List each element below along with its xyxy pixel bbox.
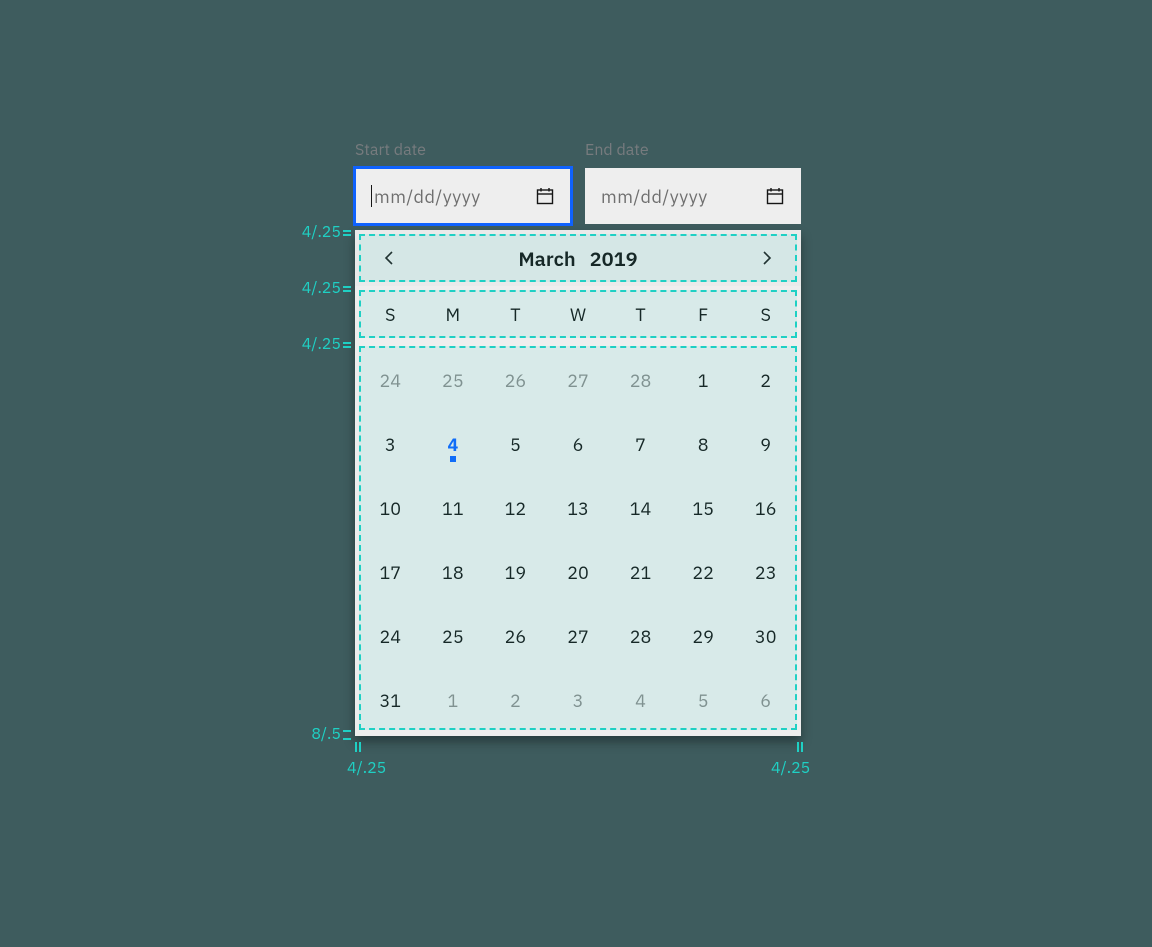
calendar-day[interactable]: 28: [609, 348, 672, 412]
calendar-day[interactable]: 14: [609, 476, 672, 540]
text-caret: [371, 185, 372, 207]
end-date-input[interactable]: mm/dd/yyyy: [585, 168, 801, 224]
weekday-header: T: [609, 303, 672, 326]
calendar-icon: [765, 186, 785, 206]
calendar-day[interactable]: 6: [547, 412, 610, 476]
spec-tick: [343, 738, 351, 740]
spec-label-hpad-right: 4/.25: [771, 758, 810, 778]
spec-tick: [343, 346, 351, 348]
calendar-day[interactable]: 8: [672, 412, 735, 476]
calendar-day[interactable]: 12: [484, 476, 547, 540]
weekday-header: S: [359, 303, 422, 326]
next-month-button[interactable]: [755, 246, 779, 270]
spec-tick: [343, 234, 351, 236]
end-date-placeholder: mm/dd/yyyy: [601, 185, 765, 208]
calendar-day[interactable]: 2: [484, 668, 547, 732]
calendar-day[interactable]: 5: [484, 412, 547, 476]
spec-tick: [343, 342, 351, 344]
spec-tick: [797, 742, 799, 752]
spec-label-days-pad: 4/.25: [302, 334, 341, 354]
calendar-day[interactable]: 31: [359, 668, 422, 732]
calendar-day[interactable]: 29: [672, 604, 735, 668]
calendar-day[interactable]: 4: [422, 412, 485, 476]
weekday-header: W: [547, 303, 610, 326]
spec-tick: [355, 742, 357, 752]
calendar-day[interactable]: 16: [734, 476, 797, 540]
weekday-header: M: [422, 303, 485, 326]
calendar-day[interactable]: 9: [734, 412, 797, 476]
calendar-day[interactable]: 26: [484, 348, 547, 412]
start-date-placeholder: mm/dd/yyyy: [374, 185, 535, 208]
spec-label-bottom-pad: 8/.5: [311, 724, 341, 744]
calendar-day[interactable]: 11: [422, 476, 485, 540]
prev-month-button[interactable]: [377, 246, 401, 270]
weekday-header: S: [734, 303, 797, 326]
calendar-day[interactable]: 13: [547, 476, 610, 540]
calendar-day[interactable]: 20: [547, 540, 610, 604]
calendar-day[interactable]: 1: [422, 668, 485, 732]
calendar-day[interactable]: 27: [547, 348, 610, 412]
calendar-day[interactable]: 7: [609, 412, 672, 476]
calendar-header: March 2019: [355, 230, 801, 286]
calendar-day[interactable]: 21: [609, 540, 672, 604]
start-date-label: Start date: [355, 140, 571, 160]
spec-label-header-pad: 4/.25: [302, 222, 341, 242]
spec-tick: [343, 230, 351, 232]
start-date-input[interactable]: mm/dd/yyyy: [355, 168, 571, 224]
calendar-day[interactable]: 3: [547, 668, 610, 732]
calendar-icon: [535, 186, 555, 206]
calendar-day[interactable]: 26: [484, 604, 547, 668]
calendar-day[interactable]: 18: [422, 540, 485, 604]
calendar-day[interactable]: 19: [484, 540, 547, 604]
calendar-year[interactable]: 2019: [590, 245, 638, 272]
end-date-label: End date: [585, 140, 801, 160]
calendar-day[interactable]: 10: [359, 476, 422, 540]
calendar-day[interactable]: 17: [359, 540, 422, 604]
calendar-day[interactable]: 27: [547, 604, 610, 668]
spec-tick: [343, 730, 351, 732]
calendar-day[interactable]: 25: [422, 348, 485, 412]
calendar-popup: March 2019 SMTWTFS 242526272812345678910…: [355, 230, 801, 736]
weekday-header: T: [484, 303, 547, 326]
calendar-month[interactable]: March: [518, 245, 575, 272]
calendar-day[interactable]: 15: [672, 476, 735, 540]
calendar-day[interactable]: 6: [734, 668, 797, 732]
weekday-header: F: [672, 303, 735, 326]
calendar-day[interactable]: 2: [734, 348, 797, 412]
spec-label-weekdays-pad: 4/.25: [302, 278, 341, 298]
spec-tick: [343, 286, 351, 288]
calendar-day[interactable]: 22: [672, 540, 735, 604]
calendar-day[interactable]: 24: [359, 604, 422, 668]
calendar-day[interactable]: 28: [609, 604, 672, 668]
spec-tick: [801, 742, 803, 752]
calendar-day[interactable]: 30: [734, 604, 797, 668]
calendar-day[interactable]: 5: [672, 668, 735, 732]
calendar-day[interactable]: 1: [672, 348, 735, 412]
calendar-day[interactable]: 25: [422, 604, 485, 668]
calendar-day[interactable]: 4: [609, 668, 672, 732]
spec-tick: [359, 742, 361, 752]
calendar-day[interactable]: 24: [359, 348, 422, 412]
spec-label-hpad-left: 4/.25: [347, 758, 386, 778]
spec-tick: [343, 290, 351, 292]
calendar-day[interactable]: 3: [359, 412, 422, 476]
calendar-day[interactable]: 23: [734, 540, 797, 604]
